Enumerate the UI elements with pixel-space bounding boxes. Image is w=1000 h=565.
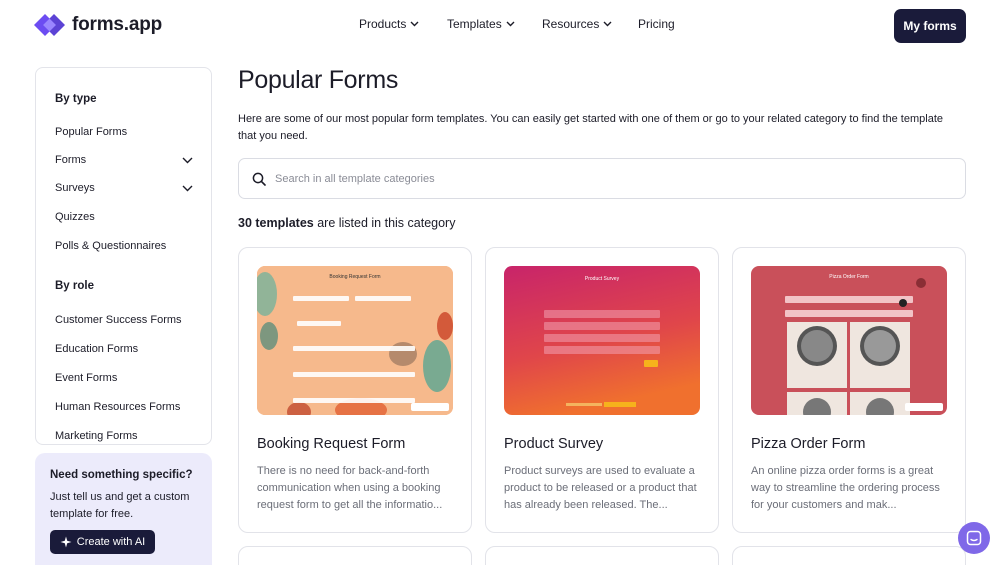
my-forms-button[interactable]: My forms: [894, 9, 966, 43]
sidebar-item-event[interactable]: Event Forms: [55, 372, 193, 384]
sidebar-item-quizzes[interactable]: Quizzes: [55, 211, 193, 223]
sidebar-item-label: Polls & Questionnaires: [55, 240, 167, 252]
nav-templates-label: Templates: [447, 17, 502, 31]
sidebar-item-label: Customer Success Forms: [55, 314, 182, 326]
nav-products-label: Products: [359, 17, 407, 31]
search-input[interactable]: [275, 172, 875, 185]
sidebar-item-marketing[interactable]: Marketing Forms: [55, 430, 193, 442]
svg-text:Pizza Order Form: Pizza Order Form: [829, 274, 868, 280]
nav-pricing-label: Pricing: [638, 17, 675, 31]
sidebar-item-forms[interactable]: Forms: [55, 154, 193, 166]
svg-text:Product Survey: Product Survey: [585, 276, 620, 282]
create-with-ai-label: Create with AI: [76, 536, 146, 548]
by-role-heading: By role: [55, 280, 94, 292]
sidebar-item-human-resources[interactable]: Human Resources Forms: [55, 401, 193, 413]
booking-form-preview-image: Booking Request Form: [257, 266, 453, 415]
template-search[interactable]: [238, 158, 966, 199]
sidebar-item-polls[interactable]: Polls & Questionnaires: [55, 240, 193, 252]
page-intro: Here are some of our most popular form t…: [238, 113, 943, 142]
promo-title: Need something specific?: [50, 469, 193, 481]
sidebar-item-label: Surveys: [55, 182, 95, 194]
template-count-number: 30 templates: [238, 216, 314, 230]
chevron-down-icon: [603, 21, 612, 27]
chevron-down-icon[interactable]: [182, 185, 193, 192]
template-card-pizza-order[interactable]: Pizza Order Form Pizza Order Form An onl…: [732, 247, 966, 533]
logo-text: forms.app: [72, 14, 163, 35]
chat-icon: [966, 530, 982, 546]
card-description: There is no need for back-and-forth comm…: [257, 465, 443, 511]
category-sidebar: By type Popular Forms Forms Surveys Quiz…: [35, 67, 212, 445]
page-title: Popular Forms: [238, 66, 399, 94]
nav-templates[interactable]: Templates: [447, 17, 542, 31]
template-count: 30 templates are listed in this category: [238, 216, 455, 230]
template-card-product-survey[interactable]: Product Survey Product Survey Product su…: [485, 247, 719, 533]
template-thumbnail: Product Survey: [504, 266, 700, 415]
sidebar-item-label: Quizzes: [55, 211, 95, 223]
sidebar-item-label: Popular Forms: [55, 126, 128, 138]
sparkle-icon: [60, 536, 72, 548]
custom-template-promo: Need something specific? Just tell us an…: [35, 453, 212, 565]
template-thumbnail: Booking Request Form: [257, 266, 453, 415]
promo-text: Just tell us and get a custom template f…: [50, 491, 190, 520]
sidebar-item-surveys[interactable]: Surveys: [55, 182, 193, 194]
sidebar-item-popular-forms[interactable]: Popular Forms: [55, 126, 193, 138]
sidebar-item-label: Human Resources Forms: [55, 401, 181, 413]
template-thumbnail: Pizza Order Form: [751, 266, 947, 415]
create-with-ai-button[interactable]: Create with AI: [50, 530, 155, 554]
card-title: Product Survey: [504, 436, 604, 452]
by-type-heading: By type: [55, 93, 97, 105]
chevron-down-icon: [506, 21, 515, 27]
chevron-down-icon: [410, 21, 419, 27]
nav-pricing[interactable]: Pricing: [638, 17, 675, 31]
card-title: Booking Request Form: [257, 436, 406, 452]
sidebar-item-education[interactable]: Education Forms: [55, 343, 193, 355]
template-card-partial[interactable]: [238, 546, 472, 565]
nav-resources-label: Resources: [542, 17, 600, 31]
svg-text:Booking Request Form: Booking Request Form: [329, 274, 380, 280]
chevron-down-icon[interactable]: [182, 157, 193, 164]
main-nav: Products Templates Resources Pricing: [359, 17, 675, 31]
pizza-order-preview-image: Pizza Order Form: [751, 266, 947, 415]
nav-resources[interactable]: Resources: [542, 17, 638, 31]
card-title: Pizza Order Form: [751, 436, 866, 452]
logo[interactable]: forms.app: [34, 12, 162, 38]
sidebar-item-label: Education Forms: [55, 343, 139, 355]
template-card-booking-request[interactable]: Booking Request Form Booking Request For…: [238, 247, 472, 533]
forms-app-logo-icon: [34, 14, 65, 36]
product-survey-preview-image: Product Survey: [504, 266, 700, 415]
card-description: Product surveys are used to evaluate a p…: [504, 465, 697, 511]
card-description: An online pizza order forms is a great w…: [751, 465, 940, 511]
search-icon: [252, 172, 266, 186]
sidebar-item-label: Event Forms: [55, 372, 118, 384]
sidebar-item-label: Forms: [55, 154, 87, 166]
template-count-suffix: are listed in this category: [313, 216, 456, 230]
template-card-partial[interactable]: [485, 546, 719, 565]
template-card-partial[interactable]: [732, 546, 966, 565]
sidebar-item-customer-success[interactable]: Customer Success Forms: [55, 314, 193, 326]
sidebar-item-label: Marketing Forms: [55, 430, 138, 442]
chat-support-button[interactable]: [958, 522, 990, 554]
top-header: forms.app Products Templates Resources P…: [0, 0, 1000, 52]
nav-products[interactable]: Products: [359, 17, 447, 31]
